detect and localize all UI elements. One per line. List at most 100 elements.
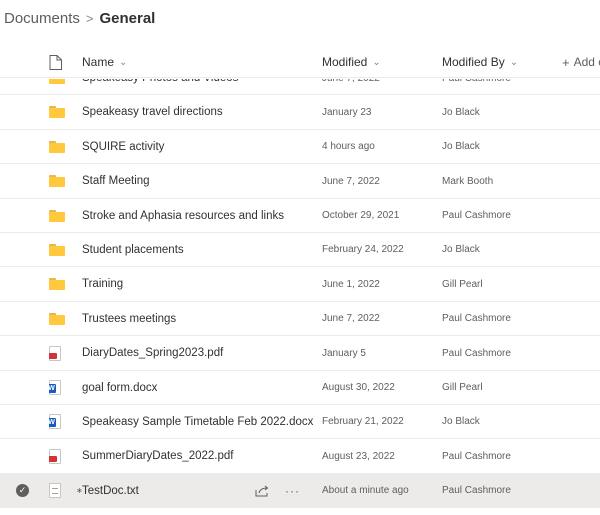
chevron-down-icon: ⌄: [119, 56, 128, 68]
file-row[interactable]: SummerDiaryDates_2022.pdf August 23, 2022…: [0, 439, 600, 474]
modified-by-name[interactable]: Mark Booth: [442, 176, 493, 187]
file-name-cell[interactable]: Speakeasy travel directions: [82, 95, 252, 129]
modified-by-name[interactable]: Gill Pearl: [442, 382, 483, 393]
file-name-cell[interactable]: SummerDiaryDates_2022.pdf: [82, 439, 252, 473]
modified-by-name[interactable]: Paul Cashmore: [442, 79, 511, 84]
file-name-cell[interactable]: ∗ TestDoc.txt: [76, 474, 252, 508]
folder-row[interactable]: Stroke and Aphasia resources and links Oc…: [0, 199, 600, 233]
modified-by-cell: Jo Black: [442, 233, 562, 267]
file-type-cell: [49, 336, 71, 370]
folder-row[interactable]: Student placements February 24, 2022 Jo Bl…: [0, 233, 600, 268]
modified-by-cell: Gill Pearl: [442, 371, 562, 405]
modified-cell: February 24, 2022: [322, 233, 432, 267]
checkmark-icon: ✓: [16, 484, 29, 498]
file-name[interactable]: Student placements: [82, 244, 184, 256]
breadcrumb-documents[interactable]: Documents: [4, 10, 80, 27]
folder-row[interactable]: Speakeasy travel directions January 23 Jo …: [0, 95, 600, 130]
folder-icon: [49, 106, 65, 119]
file-name-cell[interactable]: Stroke and Aphasia resources and links: [82, 199, 284, 233]
folder-row[interactable]: Trustees meetings June 7, 2022 Paul Cashmo…: [0, 302, 600, 337]
word-file-icon: W: [49, 414, 61, 430]
file-type-column-header[interactable]: [49, 46, 62, 78]
file-name-cell[interactable]: DiaryDates_Spring2023.pdf: [82, 336, 252, 370]
file-type-cell: [49, 474, 71, 508]
file-name-cell[interactable]: Speakeasy Photos and Videos: [82, 79, 252, 95]
file-name[interactable]: Speakeasy Sample Timetable Feb 2022.docx: [82, 416, 313, 428]
modified-by-name[interactable]: Jo Black: [442, 141, 480, 152]
name-column-header[interactable]: Name ⌄: [82, 46, 127, 78]
file-type-cell: [49, 267, 71, 301]
modified-by-cell: Paul Cashmore: [442, 439, 562, 473]
modified-cell: August 23, 2022: [322, 439, 432, 473]
file-type-cell: [49, 302, 71, 336]
file-name[interactable]: DiaryDates_Spring2023.pdf: [82, 347, 223, 359]
modified-column-header[interactable]: Modified ⌄: [322, 46, 381, 78]
modified-by-name[interactable]: Jo Black: [442, 107, 480, 118]
modified-by-name[interactable]: Paul Cashmore: [442, 451, 511, 462]
share-icon: [255, 485, 269, 497]
file-name-cell[interactable]: Student placements: [82, 233, 252, 267]
row-checkbox[interactable]: ✓: [16, 474, 30, 508]
folder-row[interactable]: Speakeasy Photos and Videos June 7, 2022 P…: [0, 79, 600, 96]
modified-by-name[interactable]: Paul Cashmore: [442, 485, 511, 496]
modified-by-name[interactable]: Jo Black: [442, 416, 480, 427]
folder-row[interactable]: Staff Meeting June 7, 2022 Mark Booth: [0, 164, 600, 199]
modified-by-name[interactable]: Gill Pearl: [442, 279, 483, 290]
file-name[interactable]: Training: [82, 278, 123, 290]
modified-by-name[interactable]: Paul Cashmore: [442, 313, 511, 324]
add-column-label: Add c: [573, 55, 600, 69]
modified-date: August 23, 2022: [322, 450, 395, 462]
more-options-button[interactable]: ···: [285, 474, 301, 508]
new-item-icon: ∗: [76, 485, 83, 495]
modified-cell: June 1, 2022: [322, 267, 432, 301]
file-name-cell[interactable]: SQUIRE activity: [82, 130, 252, 164]
file-name[interactable]: Speakeasy Photos and Videos: [82, 79, 238, 84]
folder-row[interactable]: SQUIRE activity 4 hours ago Jo Black: [0, 130, 600, 165]
modified-by-cell: Paul Cashmore: [442, 302, 562, 336]
pdf-file-icon: [49, 448, 61, 464]
modified-by-column-header[interactable]: Modified By ⌄: [442, 46, 518, 78]
folder-icon: [49, 175, 65, 188]
name-column-label: Name: [82, 55, 115, 69]
file-name[interactable]: Stroke and Aphasia resources and links: [82, 210, 284, 222]
modified-date: June 7, 2022: [322, 79, 380, 84]
file-name[interactable]: Trustees meetings: [82, 313, 176, 325]
file-name[interactable]: Speakeasy travel directions: [82, 106, 223, 118]
modified-date: February 24, 2022: [322, 244, 404, 256]
file-name[interactable]: goal form.docx: [82, 382, 157, 394]
file-type-cell: [49, 199, 71, 233]
file-list: Speakeasy Photos and Videos June 7, 2022 P…: [0, 79, 600, 515]
file-name-cell[interactable]: Speakeasy Sample Timetable Feb 2022.docx: [82, 405, 313, 439]
file-name[interactable]: TestDoc.txt: [82, 485, 139, 497]
file-name-cell[interactable]: Trustees meetings: [82, 302, 252, 336]
modified-by-name[interactable]: Jo Black: [442, 244, 480, 255]
file-type-cell: [49, 164, 71, 198]
file-row[interactable]: DiaryDates_Spring2023.pdf January 5 Paul C…: [0, 336, 600, 371]
chevron-down-icon: ⌄: [509, 56, 519, 68]
file-row[interactable]: ✓ ∗ TestDoc.txt ··· About a minute ago Paul C…: [0, 473, 600, 509]
folder-icon: [49, 79, 65, 84]
modified-cell: February 21, 2022: [322, 405, 432, 439]
file-name-cell[interactable]: goal form.docx: [82, 371, 252, 405]
modified-cell: June 7, 2022: [322, 164, 432, 198]
file-row[interactable]: Wgoal form.docx August 30, 2022 Gill Pearl: [0, 371, 600, 405]
modified-by-cell: Gill Pearl: [442, 267, 562, 301]
file-name-cell[interactable]: Staff Meeting: [82, 164, 252, 198]
add-column-button[interactable]: + Add c: [562, 46, 600, 78]
file-name-cell[interactable]: Training: [82, 267, 252, 301]
modified-date: June 7, 2022: [322, 175, 380, 187]
file-row[interactable]: W Speakeasy Sample Timetable Feb 2022.doc…: [0, 405, 600, 440]
file-name[interactable]: SummerDiaryDates_2022.pdf: [82, 450, 234, 462]
folder-row[interactable]: Training June 1, 2022 Gill Pearl: [0, 267, 600, 302]
breadcrumb-separator: >: [85, 10, 94, 26]
modified-date: January 5: [322, 347, 366, 359]
modified-by-name[interactable]: Paul Cashmore: [442, 210, 511, 221]
file-name[interactable]: SQUIRE activity: [82, 141, 164, 153]
breadcrumb-current: General: [99, 9, 156, 27]
file-name[interactable]: Staff Meeting: [82, 175, 150, 187]
modified-column-label: Modified: [322, 55, 368, 69]
modified-cell: January 23: [322, 95, 432, 129]
share-button[interactable]: [255, 474, 271, 508]
ellipsis-icon: ···: [285, 483, 300, 498]
modified-by-name[interactable]: Paul Cashmore: [442, 348, 511, 359]
